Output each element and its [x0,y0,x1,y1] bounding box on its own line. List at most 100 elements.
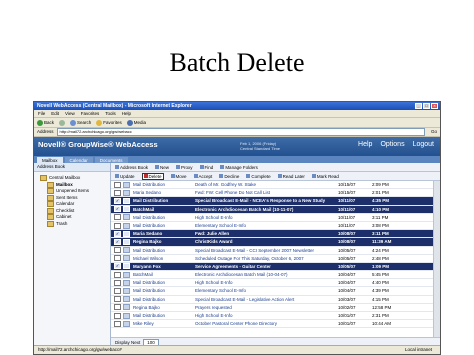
message-row[interactable]: Mike Riley October Pastoral Center Phone … [111,320,433,329]
display-next-link[interactable]: Display Next [115,340,140,345]
row-checkbox[interactable]: ✓ [114,197,121,204]
message-row[interactable]: Maria Sedano Fwd: FW: Cell Phone Do Not C… [111,189,433,198]
mark-read-button[interactable]: Mark Read [311,174,339,179]
message-subject[interactable]: Electronic Archdiocesan Batch Mail (10-0… [195,271,338,278]
envelope-icon [123,230,130,237]
manage-folders-button[interactable]: Manage Folders [220,165,258,170]
message-subject[interactable]: Special Broadcast E-Mail - CCI September… [195,247,338,254]
row-checkbox[interactable]: ✓ [114,263,121,270]
folder-item[interactable]: Trash [40,221,110,228]
message-time: 5:45 PM [372,272,389,278]
message-row[interactable]: ✓ Maryann Fox Service Agreements - Guitar … [111,262,433,272]
row-checkbox[interactable] [114,222,121,229]
row-checkbox[interactable] [114,271,121,278]
go-button[interactable]: Go [428,128,440,136]
row-checkbox[interactable]: ✓ [114,238,121,245]
message-subject[interactable]: Fwd: Julie Allen [195,230,338,237]
forward-button[interactable] [59,118,66,127]
message-row[interactable]: Michael Wilson Scheduled Outage For This … [111,255,433,263]
menu-edit[interactable]: Edit [51,110,59,117]
decline-button[interactable]: Decline [219,174,239,179]
message-row[interactable]: Mail Distribution High School E-Info 10/11… [111,214,433,222]
message-row[interactable]: BatchMail Electronic Archdiocesan Batch M… [111,271,433,280]
search-button[interactable]: Search [70,118,91,127]
complete-button[interactable]: Complete [246,174,271,179]
row-checkbox[interactable] [114,288,121,295]
options-link[interactable]: Options [380,141,404,148]
message-subject[interactable]: High School E-Info [195,312,338,319]
message-subject[interactable]: Elementary School E-Info [195,222,338,229]
refresh-icon [115,174,119,178]
message-row[interactable]: ✓ Maria Sedano Fwd: Julie Allen 10/08/07 3:1… [111,230,433,239]
menu-tools[interactable]: Tools [105,110,116,117]
move-button[interactable]: Move [170,174,187,179]
media-icon [126,119,133,126]
media-button[interactable]: Media [126,118,146,127]
row-checkbox[interactable] [114,304,121,311]
menu-file[interactable]: File [38,110,45,117]
row-checkbox[interactable] [114,214,121,221]
message-row[interactable]: Mail Distribution Elementary School E-Inf… [111,287,433,296]
favorites-button[interactable]: Favorites [96,118,122,127]
address-book-button[interactable]: Address Book [115,165,148,170]
message-row[interactable]: Mail Distribution Special Broadcast E-Mai… [111,296,433,304]
maximize-button[interactable]: □ [423,103,430,109]
message-time: 11:39 AM [372,239,392,245]
message-subject[interactable]: Scheduled Outage For This Saturday, Octo… [195,255,338,262]
menu-help[interactable]: Help [122,110,131,117]
scrollbar[interactable] [433,181,440,337]
row-checkbox[interactable] [114,181,121,188]
message-subject[interactable]: Fwd: FW: Cell Phone Do Not Call List [195,189,338,196]
row-checkbox[interactable] [114,255,121,262]
accept-button[interactable]: Accept [193,174,212,179]
message-subject[interactable]: Special Broadcast E-Mail - Legislative A… [195,296,338,303]
row-checkbox[interactable] [114,320,121,327]
message-subject[interactable]: ChristKids Award [195,238,338,245]
new-button[interactable]: New [155,165,169,170]
address-book-link[interactable]: Address Book [34,163,110,172]
message-from: Mail Distribution [133,313,166,318]
row-checkbox[interactable]: ✓ [114,230,121,237]
back-button[interactable]: Back [37,118,54,127]
folder-icon [47,194,54,201]
find-button[interactable]: Find [199,165,213,170]
row-checkbox[interactable] [114,279,121,286]
message-row[interactable]: Mail Distribution Special Broadcast E-Mai… [111,247,433,255]
row-checkbox[interactable] [114,189,121,196]
message-subject[interactable]: Service Agreements - Guitar Center [195,263,338,270]
delete-button[interactable]: Delete [141,172,164,180]
update-button[interactable]: Update [115,174,135,179]
row-checkbox[interactable] [114,312,121,319]
message-row[interactable]: Mail Distribution High School E-Info 10/04… [111,279,433,288]
menu-view[interactable]: View [65,110,75,117]
message-row[interactable]: Regina Bajko Prayers requested 10/02/07 12:… [111,304,433,312]
row-checkbox[interactable]: ✓ [114,206,121,213]
message-subject[interactable]: High School E-Info [195,279,338,286]
message-subject[interactable]: High School E-Info [195,214,338,221]
message-row[interactable]: Mail Distribution Elementary School E-Inf… [111,222,433,231]
read-later-button[interactable]: Read Later [277,174,305,179]
message-row[interactable]: ✓ Regina Bajko ChristKids Award 10/08/07 11:… [111,238,433,247]
proxy-button[interactable]: Proxy [176,165,193,170]
minimize-button[interactable]: _ [415,103,422,109]
browser-screenshot: Novell WebAccess (Central Mailbox) - Mic… [33,101,441,355]
message-subject[interactable]: Death of Mr. Godfrey W. Stake [195,181,338,188]
address-field[interactable]: http://mail72.archchicago.org/gw/webacc [56,128,425,136]
logout-link[interactable]: Logout [413,141,434,148]
row-checkbox[interactable] [114,296,121,303]
help-link[interactable]: Help [358,141,372,148]
message-subject[interactable]: Special Broadcast E-Mail - NCEA's Respon… [195,197,338,204]
row-checkbox[interactable] [114,247,121,254]
message-subject[interactable]: Prayers requested [195,304,338,311]
message-row[interactable]: Mail Distribution High School E-Info 10/01… [111,312,433,321]
message-subject[interactable]: Elementary School E-Info [195,287,338,294]
message-row[interactable]: ✓ BatchMail Electronic Archdiocesan Batch … [111,205,433,214]
message-date: 10/05/07 [338,255,356,261]
message-subject[interactable]: Electronic Archdiocesan Batch Mail (10-1… [195,206,338,213]
message-row[interactable]: ✓ Mail Distribution Special Broadcast E-Ma… [111,197,433,206]
close-button[interactable]: × [431,103,438,109]
message-row[interactable]: Mail Distribution Death of Mr. Godfrey W.… [111,181,433,190]
message-subject[interactable]: October Pastoral Center Phone Directory [195,320,338,327]
menu-favorites[interactable]: Favorites [81,110,100,117]
folder-pane: Address Book Central Mailbox Mailbox Unope… [34,163,111,346]
